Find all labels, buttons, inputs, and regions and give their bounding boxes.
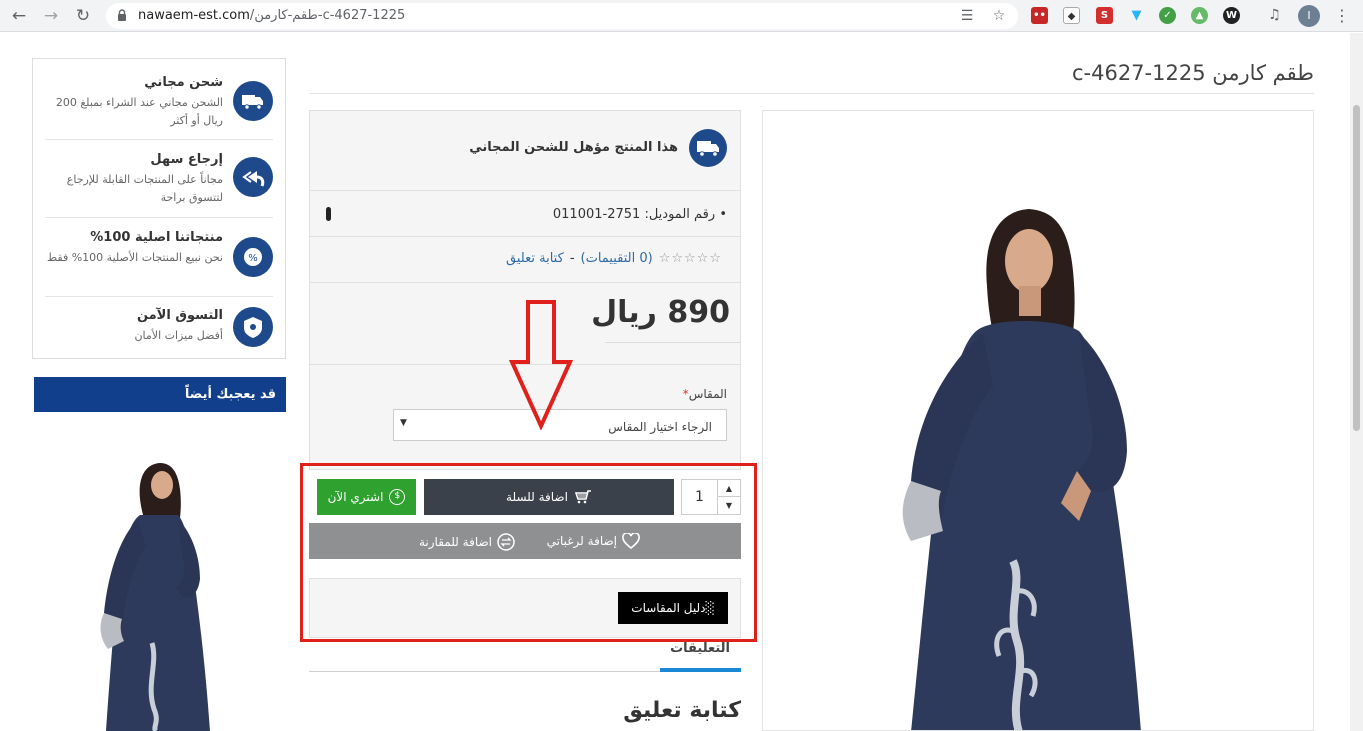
page-scrollbar[interactable] [1350,33,1363,731]
feature-original-products: % منتجاتنا اصلية 100% نحن نبيع المنتجات … [33,217,285,295]
model-marker [326,207,331,221]
lock-icon [118,9,126,21]
feature-description: نحن نبيع المنتجات الأصلية 100% فقط [46,251,223,264]
truck-icon [233,81,273,121]
feature-description: مجاناً على المنتجات القابلة للإرجاع لتتس… [66,173,223,204]
shield-extension-icon[interactable]: ◆ [1063,7,1080,24]
model-in-abaya-image [763,111,1313,730]
truck-icon [689,129,727,167]
chevron-down-icon: ▼ [400,418,407,428]
feature-secure-shopping: التسوق الآمن أفضل ميزات الأمان [33,296,285,358]
features-box: شحن مجاني الشحن مجاني عند الشراء بمبلغ 2… [32,58,286,359]
feature-title: منتجاتنا اصلية 100% [90,230,223,245]
profile-avatar[interactable]: I [1298,5,1320,27]
browser-toolbar: ← → ↻ nawaem-est.com/طقم-كارمن-c-4627-12… [0,0,1363,32]
rating-separator: - [569,251,575,266]
translate-icon[interactable]: ☰ [958,7,976,25]
active-tab-indicator [660,668,741,672]
red-down-arrow-icon [508,300,574,430]
feature-free-shipping: شحن مجاني الشحن مجاني عند الشراء بمبلغ 2… [33,59,285,137]
feature-description: أفضل ميزات الأمان [134,329,223,342]
address-bar[interactable]: nawaem-est.com/طقم-كارمن-c-4627-1225 ☰ ☆ [106,3,1018,29]
return-arrow-icon [233,157,273,197]
free-shipping-row: هذا المنتج مؤهل للشحن المجاني [310,111,740,191]
free-shipping-notice: هذا المنتج مؤهل للشحن المجاني [469,140,678,155]
ratings-count-link[interactable]: (0 التقييمات) [581,251,653,266]
recommended-product-image[interactable] [34,423,286,731]
title-divider [309,93,1314,94]
rating-row: ☆☆☆☆☆ (0 التقييمات) - كتابة تعليق [310,237,740,283]
product-page: طقم كارمن c-4627-1225 هذا المنتج مؤهل لل… [0,33,1350,731]
shield-badge-icon [233,307,273,347]
write-review-link[interactable]: كتابة تعليق [506,251,564,266]
size-label: المقاس* [682,387,727,401]
reload-icon[interactable]: ↻ [72,5,94,27]
media-control-icon[interactable]: ♫ [1266,7,1283,24]
browser-menu-icon[interactable]: ⋮ [1334,5,1350,27]
main-product-image[interactable] [762,110,1314,731]
product-title: طقم كارمن c-4627-1225 [1071,61,1314,85]
feature-easy-return: إرجاع سهل مجاناً على المنتجات القابلة لل… [33,139,285,217]
s-extension-icon[interactable]: S [1096,7,1113,24]
price-divider [605,342,741,343]
product-price: 890 ريال [591,295,730,330]
cart-extension-icon[interactable]: ▼ [1128,7,1145,24]
feature-title: التسوق الآمن [136,308,223,323]
feature-title: إرجاع سهل [150,152,223,167]
write-review-heading: كتابة تعليق [623,698,741,723]
also-like-heading: قد يعجبك أيضاً [34,377,286,412]
rating-stars-icon: ☆☆☆☆☆ [658,251,722,266]
size-select-value: الرجاء اختيار المقاس [608,420,712,434]
bookmark-star-icon[interactable]: ☆ [990,7,1008,25]
w-extension-icon[interactable]: W [1223,7,1240,24]
scrollbar-thumb[interactable] [1353,105,1360,431]
model-number: • رقم الموديل: 2751-011001 [552,207,727,222]
feature-title: شحن مجاني [144,75,223,90]
back-icon[interactable]: ← [8,5,30,27]
feature-description: الشحن مجاني عند الشراء بمبلغ 200 ريال أو… [55,96,223,127]
recommended-abaya-image [34,423,286,731]
forward-icon[interactable]: → [40,5,62,27]
thumb-extension-icon[interactable]: ▲ [1191,7,1208,24]
model-row: • رقم الموديل: 2751-011001 [310,191,740,237]
svg-text:%: % [248,253,258,264]
red-highlight-box [300,463,757,642]
extension-red-icon[interactable]: •• [1031,7,1048,24]
url-text: nawaem-est.com/طقم-كارمن-c-4627-1225 [138,8,406,23]
check-extension-icon[interactable]: ✓ [1159,7,1176,24]
tab-reviews[interactable]: التعليقات [670,641,730,656]
percent-icon: % [233,237,273,277]
